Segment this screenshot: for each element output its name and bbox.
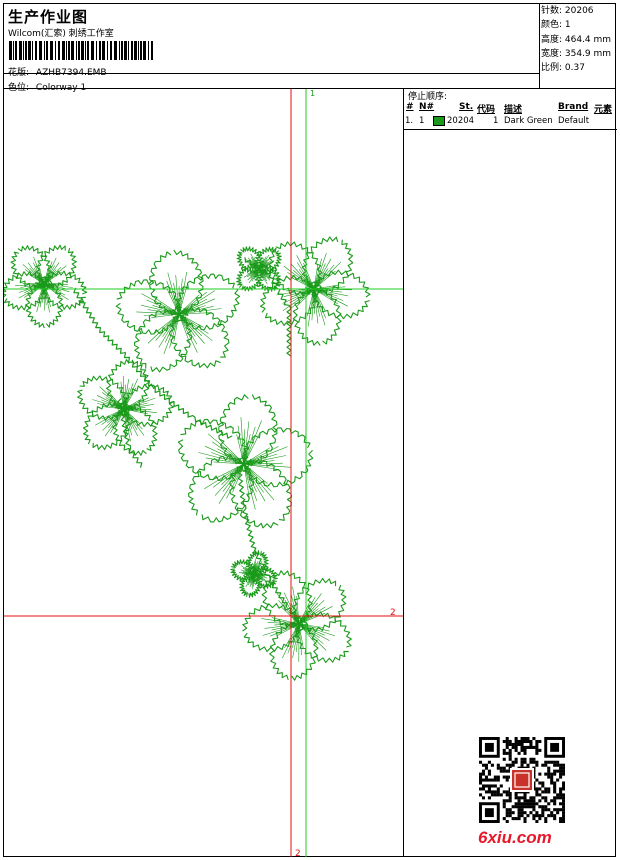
guide-label-red-h: 2 <box>390 608 396 618</box>
row-brand: Default <box>558 116 590 126</box>
header-info: 生产作业图 Wilcom(汇索) 刺绣工作室 花版: AZHB7394.EMB … <box>4 4 540 93</box>
color-count: 颜色: 1 <box>541 20 571 31</box>
stitch-path <box>282 288 315 304</box>
col-brand: Brand <box>558 102 589 112</box>
divider <box>404 129 617 130</box>
company-name: Wilcom(汇索) 刺绣工作室 <box>8 29 114 39</box>
embroidery-preview: 1 2 2 <box>4 89 403 857</box>
col-code: 代码 <box>477 105 496 115</box>
design-scale: 比例: 0.37 <box>541 63 585 74</box>
col-element: 元素 <box>594 105 613 115</box>
design-height: 高度: 464.4 mm <box>541 34 612 45</box>
table-row: 1. 1 20204 1 Dark Green Default <box>404 116 617 128</box>
col-index: # <box>406 102 414 112</box>
guide-label-green: 1 <box>310 89 315 98</box>
stitch-count: 针数: 20206 <box>541 6 594 16</box>
col-description: 描述 <box>504 105 523 115</box>
design-file-row: 花版: AZHB7394.EMB <box>8 65 107 78</box>
barcode <box>9 41 153 60</box>
row-needle: 1 <box>419 116 425 126</box>
col-stitches: St. <box>459 102 474 112</box>
design-stats: 针数: 20206 颜色: 1 高度: 464.4 mm 宽度: 354.9 m… <box>541 4 615 75</box>
stop-sequence-title: 停止顺序: <box>408 92 448 102</box>
page-title: 生产作业图 <box>8 8 89 26</box>
watermark: 6xiu.com <box>478 828 552 847</box>
divider <box>4 73 539 74</box>
stitch-path <box>236 468 288 608</box>
row-stitches: 1 <box>493 116 499 126</box>
stitch-path <box>204 445 245 465</box>
col-needle: N# <box>419 102 435 112</box>
row-code: 20204 <box>447 116 475 126</box>
stitch-path <box>166 280 180 315</box>
qr-code <box>479 737 565 823</box>
row-index: 1. <box>405 116 414 126</box>
row-description: Dark Green <box>504 116 553 126</box>
stop-sequence-header: # N# St. 代码 描述 Brand 元素 <box>404 102 617 115</box>
guide-label-red-v: 2 <box>295 849 301 857</box>
design-width: 宽度: 354.9 mm <box>541 48 612 59</box>
